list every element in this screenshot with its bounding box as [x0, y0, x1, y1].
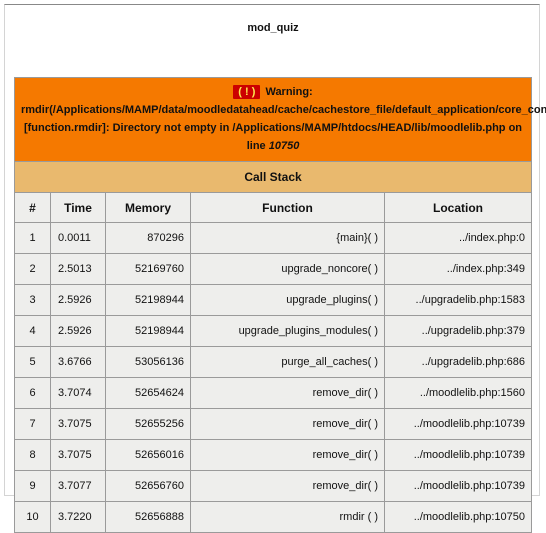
frame-memory: 52656016 [105, 439, 191, 471]
frame-location: ../index.php:0 [383, 222, 533, 254]
warning-badge-icon: ( ! ) [233, 85, 261, 99]
frame-location: ../moodlelib.php:10739 [383, 470, 533, 502]
frame-memory: 52198944 [105, 284, 191, 316]
table-row: 10 3.7220 52656888 rmdir ( ) ../moodlelib.ph… [14, 501, 533, 533]
frame-time: 3.6766 [50, 346, 106, 378]
frame-function: remove_dir( ) [190, 439, 385, 471]
frame-memory: 870296 [105, 222, 191, 254]
table-row: 9 3.7077 52656760 remove_dir( ) ../moodlelib… [14, 470, 533, 502]
table-row: 6 3.7074 52654624 remove_dir( ) ../moodlelib… [14, 377, 533, 409]
frame-location: ../moodlelib.php:10739 [383, 408, 533, 440]
frame-memory: 52656888 [105, 501, 191, 533]
frame-memory: 52654624 [105, 377, 191, 409]
frame-location: ../upgradelib.php:379 [383, 315, 533, 347]
frame-memory: 53056136 [105, 346, 191, 378]
column-header-time: Time [50, 192, 106, 223]
frame-memory: 52656760 [105, 470, 191, 502]
table-row: 1 0.0011 870296 {main}( ) ../index.php:0 [14, 222, 533, 254]
frame-index: 3 [14, 284, 51, 316]
frame-time: 3.7220 [50, 501, 106, 533]
frame-time: 3.7074 [50, 377, 106, 409]
column-header-memory: Memory [105, 192, 191, 223]
frame-index: 2 [14, 253, 51, 285]
frame-index: 8 [14, 439, 51, 471]
column-header-location: Location [383, 192, 533, 223]
frame-function: remove_dir( ) [190, 408, 385, 440]
column-header-index: # [14, 192, 51, 223]
table-row: 7 3.7075 52655256 remove_dir( ) ../moodlelib… [14, 408, 533, 440]
table-row: 8 3.7075 52656016 remove_dir( ) ../moodlelib… [14, 439, 533, 471]
frame-index: 10 [14, 501, 51, 533]
frame-location: ../upgradelib.php:1583 [383, 284, 533, 316]
call-stack-title: Call Stack [13, 161, 533, 193]
frame-function: upgrade_noncore( ) [190, 253, 385, 285]
frame-index: 1 [14, 222, 51, 254]
table-row: 4 2.5926 52198944 upgrade_plugins_modules( … [14, 315, 533, 347]
frame-index: 5 [14, 346, 51, 378]
frame-function: rmdir ( ) [190, 501, 385, 533]
frame-function: remove_dir( ) [190, 377, 385, 409]
page-title: mod_quiz [247, 22, 299, 34]
frame-time: 3.7075 [50, 439, 106, 471]
warning-line-number: 10750 [268, 140, 300, 152]
frame-location: ../moodlelib.php:10750 [383, 501, 533, 533]
frame-location: ../moodlelib.php:1560 [383, 377, 533, 409]
frame-index: 9 [14, 470, 51, 502]
table-row: 5 3.6766 53056136 purge_all_caches( ) ../upg… [14, 346, 533, 378]
frame-function: upgrade_plugins_modules( ) [190, 315, 385, 347]
xdebug-error-table: ( ! ) Warning: rmdir(/Applications/MAMP/… [13, 77, 546, 533]
table-row: 2 2.5013 52169760 upgrade_noncore( ) ../inde… [14, 253, 533, 285]
frame-index: 4 [14, 315, 51, 347]
frame-location: ../index.php:349 [383, 253, 533, 285]
frame-function: {main}( ) [190, 222, 385, 254]
table-row: 3 2.5926 52198944 upgrade_plugins( ) ../upgr… [14, 284, 533, 316]
warning-message: ( ! ) Warning: rmdir(/Applications/MAMP/… [13, 77, 546, 162]
frame-time: 2.5926 [50, 315, 106, 347]
column-header-function: Function [190, 192, 385, 223]
frame-time: 2.5926 [50, 284, 106, 316]
frame-index: 6 [14, 377, 51, 409]
call-stack-rows: 1 0.0011 870296 {main}( ) ../index.php:0 2 2.5… [14, 222, 533, 533]
frame-function: purge_all_caches( ) [190, 346, 385, 378]
frame-time: 3.7077 [50, 470, 106, 502]
frame-time: 0.0011 [50, 222, 106, 254]
frame-time: 2.5013 [50, 253, 106, 285]
frame-index: 7 [14, 408, 51, 440]
frame-memory: 52169760 [105, 253, 191, 285]
frame-location: ../moodlelib.php:10739 [383, 439, 533, 471]
call-stack-header-row: # Time Memory Function Location [14, 192, 533, 223]
frame-location: ../upgradelib.php:686 [383, 346, 533, 378]
frame-memory: 52198944 [105, 315, 191, 347]
frame-time: 3.7075 [50, 408, 106, 440]
frame-function: remove_dir( ) [190, 470, 385, 502]
frame-memory: 52655256 [105, 408, 191, 440]
frame-function: upgrade_plugins( ) [190, 284, 385, 316]
